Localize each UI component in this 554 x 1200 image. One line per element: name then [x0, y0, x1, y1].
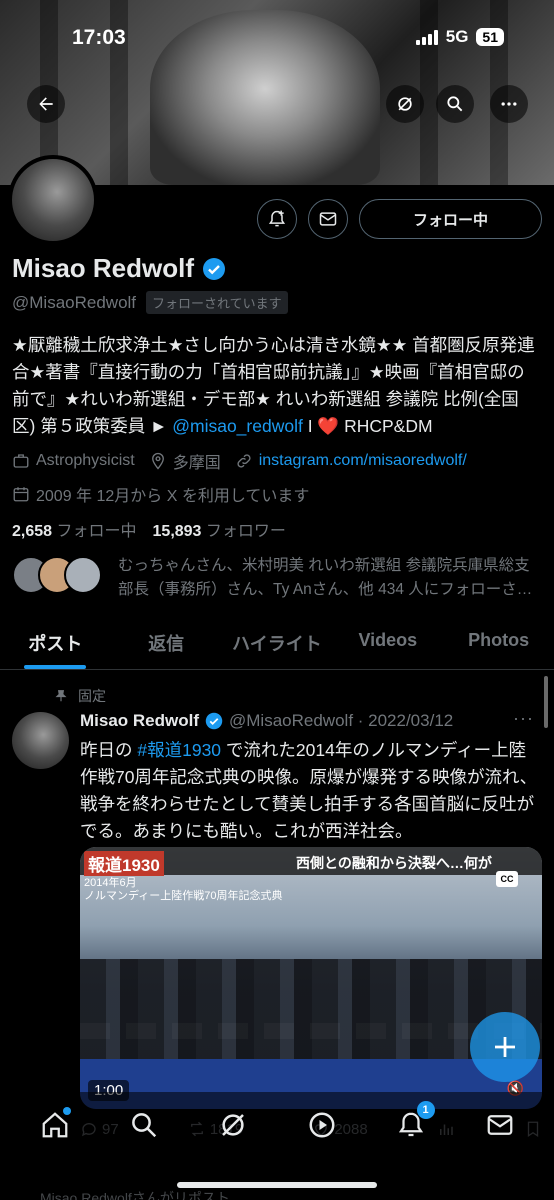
status-time: 17:03: [72, 26, 126, 49]
pin-icon: [55, 690, 67, 702]
tweet-text: 昨日の #報道1930 で流れた2014年のノルマンディー上陸作戦70周年記念式…: [80, 737, 542, 845]
followers-count-label: フォロワー: [205, 523, 286, 540]
hashtag-link[interactable]: #報道1930: [137, 740, 221, 760]
tab-photos[interactable]: Photos: [443, 620, 554, 669]
verified-badge-icon[interactable]: [202, 257, 226, 281]
website-item[interactable]: instagram.com/misaoredwolf/: [235, 452, 467, 470]
tab-videos[interactable]: Videos: [332, 620, 443, 669]
nav-video[interactable]: [304, 1107, 340, 1143]
location-label: 多摩国: [172, 455, 221, 472]
back-button[interactable]: [27, 85, 65, 123]
website-link[interactable]: instagram.com/misaoredwolf/: [259, 452, 467, 470]
video-caption: 西側との融和から決裂へ…何が: [296, 855, 492, 871]
play-circle-icon: [309, 1112, 334, 1138]
location-pin-icon: [151, 452, 164, 470]
message-button[interactable]: [308, 199, 348, 239]
profile-tabs: ポスト 返信 ハイライト Videos Photos: [0, 620, 554, 670]
heart-icon: ❤️: [317, 416, 340, 436]
nav-messages[interactable]: [482, 1107, 518, 1143]
mail-icon: [487, 1115, 512, 1135]
follow-counts: 2,658 フォロー中 15,893 フォロワー: [12, 517, 286, 541]
video-subtitle: 2014年6月 ノルマンディー上陸作戦70周年記念式典: [84, 877, 282, 903]
profile-name-row: Misao Redwolf: [12, 253, 226, 284]
followers-count-link[interactable]: 15,893 フォロワー: [153, 517, 286, 541]
scrollbar[interactable]: [544, 676, 548, 728]
joined-row: 2009 年 12月から X を利用しています: [12, 482, 309, 506]
new-posts-dot: [62, 1107, 71, 1115]
search-icon: [131, 1113, 156, 1138]
tab-highlights[interactable]: ハイライト: [222, 620, 333, 669]
category-item: Astrophysicist: [12, 452, 135, 470]
banner-figure-image: [150, 10, 380, 185]
follows-you-badge: フォローされています: [146, 291, 288, 314]
link-icon: [237, 454, 251, 468]
tweet-author-name[interactable]: Misao Redwolf: [80, 711, 199, 731]
closed-captions-button[interactable]: CC: [496, 871, 518, 887]
profile-avatar[interactable]: [8, 155, 98, 245]
verified-badge-icon: [205, 712, 223, 730]
tweet-text-before: 昨日の: [80, 740, 138, 760]
category-label: Astrophysicist: [36, 452, 135, 469]
profile-handle: @MisaoRedwolf: [12, 292, 137, 312]
search-button[interactable]: [436, 85, 474, 123]
more-options-button[interactable]: [490, 85, 528, 123]
display-name: Misao Redwolf: [12, 253, 195, 283]
arrow-left-icon: [39, 97, 53, 111]
grok-button[interactable]: [386, 85, 424, 123]
nav-home[interactable]: [37, 1107, 73, 1143]
bio-separator: I: [302, 416, 318, 436]
video-subtitle-line-2: ノルマンディー上陸作戦70周年記念式典: [84, 890, 283, 902]
tweet-avatar[interactable]: [12, 712, 69, 769]
notification-badge: 1: [416, 1101, 435, 1119]
following-count-label: フォロー中: [56, 523, 137, 540]
location-item: 多摩国: [149, 449, 221, 473]
pinned-indicator: 固定: [54, 686, 106, 706]
network-label: 5G: [445, 27, 469, 46]
grok-icon: [221, 1114, 244, 1136]
home-indicator[interactable]: [177, 1182, 377, 1188]
tab-posts[interactable]: ポスト: [0, 620, 111, 669]
handle-row: @MisaoRedwolf フォローされています: [12, 291, 288, 314]
plus-icon: [495, 1037, 515, 1057]
avatar: [64, 556, 102, 594]
nav-grok[interactable]: [215, 1107, 251, 1143]
search-icon: [447, 96, 463, 112]
repost-peek-text: Misao Redwolfさんがリポスト: [40, 1190, 230, 1200]
profile-bio: ★厭離穢土欣求浄土★さし向かう心は清き水鏡★★ 首都圏反原発連合★著書『直接行動…: [12, 332, 542, 440]
following-button[interactable]: フォロー中: [359, 199, 542, 239]
tab-replies[interactable]: 返信: [111, 620, 222, 669]
profile-meta-row: Astrophysicist 多摩国 instagram.com/misaore…: [12, 449, 481, 473]
tweet-video[interactable]: 報道1930 西側との融和から決裂へ…何が 2014年6月 ノルマンディー上陸作戦…: [80, 847, 542, 1109]
bottom-nav-icons: 1: [0, 1101, 554, 1143]
status-bar-right: 5G 51: [415, 27, 504, 47]
grok-icon: [398, 97, 412, 111]
bell-plus-icon: [268, 210, 286, 227]
following-count-link[interactable]: 2,658 フォロー中: [12, 517, 137, 541]
pinned-label: 固定: [78, 688, 106, 704]
bio-mention-link[interactable]: @misao_redwolf: [172, 416, 303, 436]
tweet-more-icon[interactable]: ···: [513, 708, 534, 729]
mail-icon: [319, 212, 337, 226]
calendar-icon: [13, 487, 29, 502]
video-channel-logo: 報道1930: [84, 851, 164, 876]
followed-by-text[interactable]: むっちゃんさん、米村明美 れいわ新選組 参議院兵庫県総支部長（事務所）さん、Ty…: [118, 554, 542, 602]
video-subtitle-line-1: 2014年6月: [84, 877, 137, 889]
bio-tail: RHCP&DM: [339, 416, 433, 436]
signal-icon: [415, 29, 438, 45]
joined-label: 2009 年 12月から X を利用しています: [36, 488, 310, 505]
nav-search[interactable]: [126, 1107, 162, 1143]
more-icon: [501, 102, 517, 106]
tweet-header: Misao Redwolf @MisaoRedwolf · 2022/03/12: [80, 711, 453, 731]
tweet-meta: @MisaoRedwolf · 2022/03/12: [229, 711, 454, 730]
followers-count: 15,893: [152, 523, 202, 540]
notify-button[interactable]: [257, 199, 297, 239]
compose-fab-button[interactable]: [470, 1012, 540, 1082]
following-count: 2,658: [12, 523, 53, 540]
nav-notifications[interactable]: 1: [393, 1101, 435, 1143]
battery-icon: 51: [476, 28, 504, 46]
briefcase-icon: [13, 454, 29, 468]
followed-by-avatars[interactable]: [12, 556, 102, 594]
